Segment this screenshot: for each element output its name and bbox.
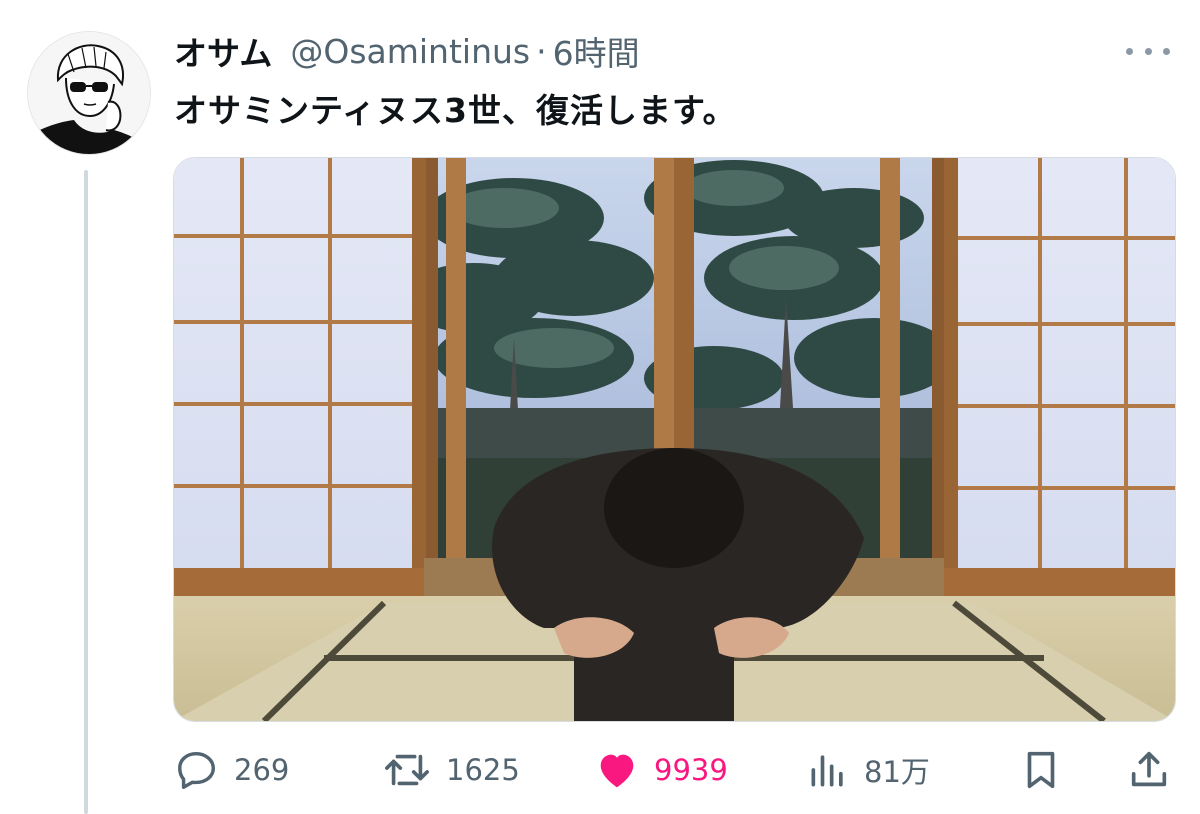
photo-image [174, 158, 1175, 721]
bookmark-button[interactable] [1018, 738, 1064, 802]
reply-button[interactable]: 269 [174, 738, 289, 802]
reply-count: 269 [234, 753, 290, 787]
heart-icon [594, 747, 640, 793]
more-dots-icon [1126, 47, 1133, 55]
views-count: 81万 [864, 755, 930, 789]
tweet-text: オサミンティヌス3世、復活します。 [174, 91, 737, 130]
user-handle[interactable]: @Osamintinus [290, 32, 530, 71]
more-button[interactable] [1126, 36, 1170, 66]
share-icon [1126, 747, 1172, 793]
separator-dot: · [536, 31, 547, 71]
action-bar: 269 1625 9939 81万 [0, 738, 1200, 802]
more-dots-icon [1144, 47, 1152, 55]
retweet-button[interactable]: 1625 [382, 738, 520, 802]
illustrated-avatar-icon [28, 32, 150, 154]
like-count: 9939 [654, 753, 728, 787]
tweet-header: オサム @Osamintinus · 6時間 [174, 28, 640, 74]
retweet-icon [382, 747, 432, 793]
reply-icon [174, 747, 220, 793]
more-dots-icon [1163, 47, 1170, 55]
views-icon [806, 747, 850, 793]
display-name[interactable]: オサム [174, 27, 272, 75]
views-button[interactable]: 81万 [806, 738, 930, 802]
timestamp[interactable]: 6時間 [553, 27, 640, 75]
like-button[interactable]: 9939 [594, 738, 728, 802]
bookmark-icon [1018, 747, 1064, 793]
thread-line [84, 170, 88, 814]
tweet-photo[interactable] [173, 157, 1176, 722]
tweet: オサム @Osamintinus · 6時間 オサミンティヌス3世、復活します。 [0, 0, 1200, 814]
retweet-count: 1625 [446, 753, 520, 787]
avatar[interactable] [27, 31, 151, 155]
share-button[interactable] [1126, 738, 1172, 802]
